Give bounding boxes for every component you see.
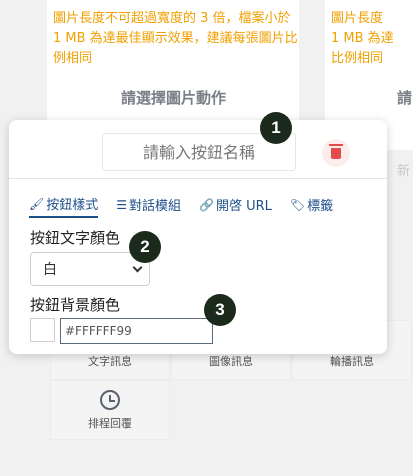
tab-tags-label: 標籤: [307, 199, 334, 214]
clock-icon: [100, 389, 120, 410]
annotation-badge-1: 1: [260, 112, 292, 144]
annotation-badge-2: 2: [129, 231, 161, 263]
link-icon: 🔗: [199, 197, 214, 212]
image-action-title-right[interactable]: 請: [397, 87, 412, 108]
button-editor-popup: 🖌 按鈕樣式 ☰ 對話模組 🔗 開啓 URL 🏷 標籤 按鈕文字顏色 白 按鈕背…: [9, 120, 387, 354]
divider: [9, 178, 387, 179]
image-action-title[interactable]: 請選擇圖片動作: [121, 87, 226, 108]
chevron-down-icon: [132, 262, 143, 272]
tag-icon: 🏷: [289, 197, 306, 212]
tab-tags[interactable]: 🏷 標籤: [290, 194, 333, 218]
bg-color-input[interactable]: [60, 318, 213, 344]
tab-button-style[interactable]: 🖌 按鈕樣式: [29, 194, 99, 218]
carousel-message-label: 輪播訊息: [330, 355, 374, 368]
new-item-ghost-text: 新: [397, 164, 411, 179]
image-message-label: 圖像訊息: [209, 355, 253, 368]
list-icon: ☰: [116, 197, 128, 212]
trash-icon: [329, 143, 343, 159]
bg-color-label: 按鈕背景顏色: [30, 296, 121, 314]
tab-dialog-module-label: 對話模組: [129, 199, 182, 214]
image-size-warning: 圖片長度不可超過寬度的 3 倍，檔案小於 1 MB 為達最佳顯示效果，建議每張圖…: [53, 11, 298, 66]
editor-tabs: 🖌 按鈕樣式 ☰ 對話模組 🔗 開啓 URL 🏷 標籤: [29, 194, 351, 218]
annotation-badge-3: 3: [204, 294, 236, 326]
tab-open-url-label: 開啓 URL: [215, 199, 272, 214]
schedule-reply-button[interactable]: 排程回覆: [50, 380, 170, 440]
brush-icon: 🖌: [29, 196, 45, 211]
delete-button[interactable]: [322, 139, 350, 167]
text-message-label: 文字訊息: [88, 355, 132, 368]
tab-open-url[interactable]: 🔗 開啓 URL: [199, 194, 272, 218]
bg-color-swatch[interactable]: [30, 318, 55, 342]
tab-button-style-label: 按鈕樣式: [46, 198, 99, 213]
tab-dialog-module[interactable]: ☰ 對話模組: [116, 194, 181, 218]
text-color-label: 按鈕文字顏色: [30, 229, 121, 247]
schedule-reply-label: 排程回覆: [88, 416, 132, 430]
image-size-warning-right: 圖片長度 1 MB 為達 比例相同: [331, 11, 394, 66]
text-color-value: 白: [43, 262, 57, 278]
